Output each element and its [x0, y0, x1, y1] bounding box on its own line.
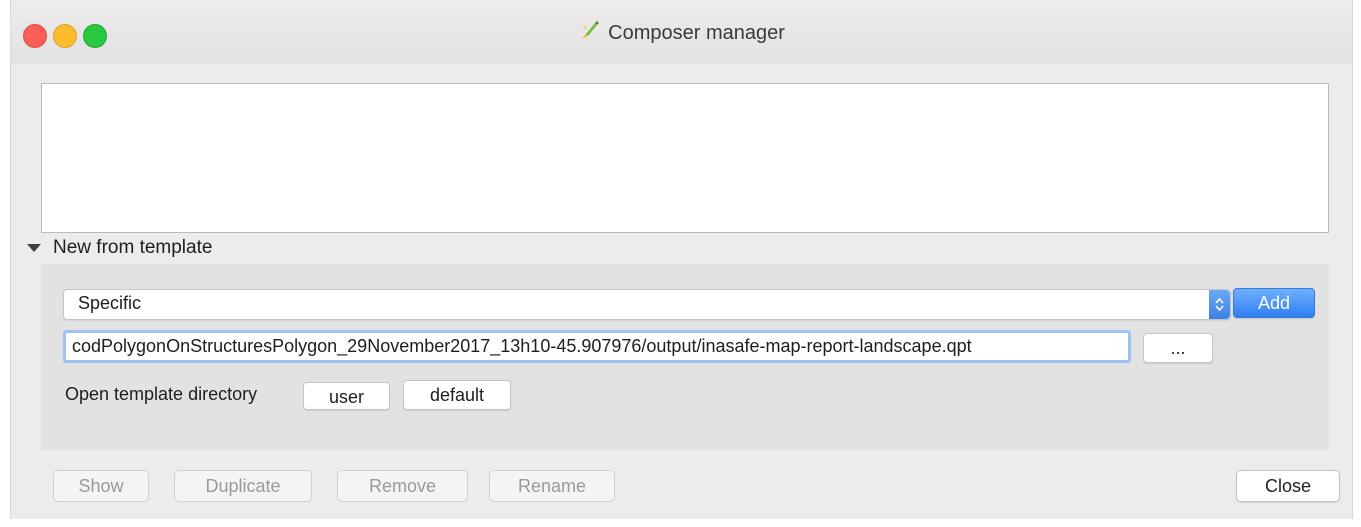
user-directory-button[interactable]: user: [303, 382, 390, 410]
open-template-directory-label: Open template directory: [65, 384, 258, 404]
template-type-value: Specific: [78, 293, 142, 313]
show-button[interactable]: Show: [53, 470, 149, 502]
composer-list[interactable]: [41, 83, 1329, 233]
default-directory-button[interactable]: default: [403, 380, 511, 410]
template-type-select[interactable]: Specific: [63, 289, 1231, 320]
window-title: Composer manager: [608, 22, 785, 44]
browse-button[interactable]: ...: [1143, 333, 1213, 363]
add-button[interactable]: Add: [1233, 288, 1315, 318]
remove-button[interactable]: Remove: [337, 470, 468, 502]
rename-button[interactable]: Rename: [489, 470, 615, 502]
new-from-template-label: New from template: [53, 237, 213, 258]
title-bar: Composer manager: [11, 0, 1352, 64]
window-title-area: Composer manager: [11, 20, 1352, 45]
new-from-template-panel: Specific Add ... Open template directory…: [41, 264, 1329, 450]
qgis-composer-icon: [581, 21, 600, 39]
composer-manager-window: Composer manager New from template Speci…: [10, 0, 1353, 519]
triangle-down-icon: [27, 244, 41, 252]
new-from-template-toggle[interactable]: New from template: [27, 236, 212, 260]
duplicate-button[interactable]: Duplicate: [174, 470, 312, 502]
template-path-field[interactable]: [63, 330, 1131, 363]
up-down-chevron-icon[interactable]: [1209, 290, 1230, 319]
close-button[interactable]: Close: [1236, 470, 1340, 502]
